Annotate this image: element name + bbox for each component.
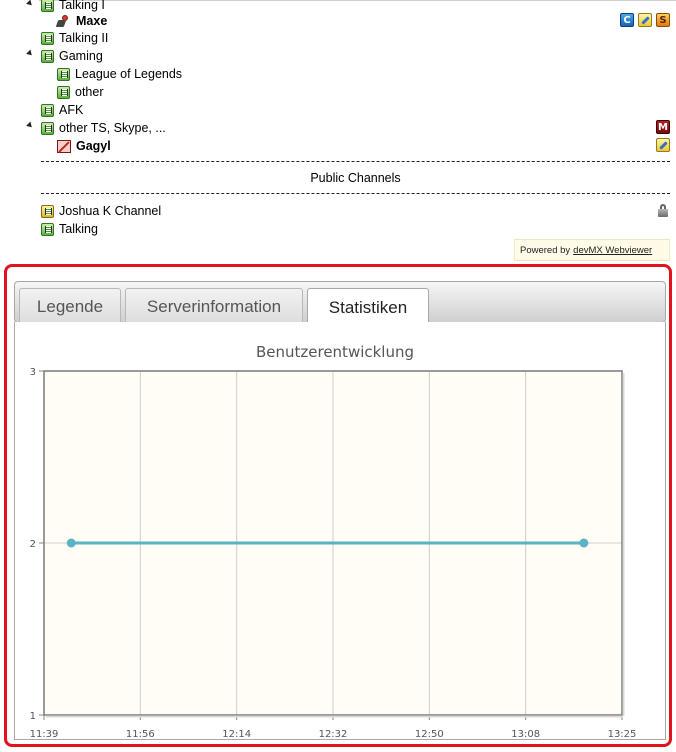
- s-badge-icon: S: [656, 13, 670, 27]
- channel-icon: [41, 49, 54, 63]
- pencil-badge-icon: [656, 138, 670, 152]
- expand-arrow-icon[interactable]: [26, 0, 34, 8]
- channel-icon: [41, 103, 54, 117]
- lock-icon: [657, 204, 671, 218]
- client-gagyl[interactable]: Gagyl: [57, 137, 111, 155]
- channel-talking[interactable]: Talking: [41, 220, 98, 238]
- x-tick-label: 11:56: [126, 729, 155, 740]
- y-tick-label: 2: [30, 539, 36, 550]
- channel-label: Talking II: [59, 31, 109, 45]
- tab-content: 11:39 11:56 12:14 12:32 12:50 13:08 13:25 1 2 3 Be…: [14, 322, 666, 740]
- channel-talking-ii[interactable]: Talking II: [41, 29, 108, 47]
- m-badge-icon: M: [656, 120, 670, 134]
- y-tick-label: 3: [30, 367, 36, 378]
- speaking-user-icon: [55, 14, 71, 28]
- channel-label: Gaming: [59, 49, 103, 63]
- channel-icon: [57, 67, 70, 81]
- channel-label: other: [75, 85, 104, 99]
- channel-label: Joshua K Channel: [59, 204, 162, 218]
- powered-by-text: Powered by: [520, 244, 571, 256]
- spacer-divider: [41, 193, 670, 194]
- channel-tree: Talking I Maxe C S Talking II Gaming Lea…: [0, 0, 676, 262]
- powered-by-box: Powered by devMX Webviewer: [514, 239, 670, 261]
- channel-label: Talking I: [59, 0, 105, 12]
- c-badge-icon: C: [620, 13, 634, 27]
- x-tick-label: 13:25: [608, 729, 637, 740]
- channel-other[interactable]: other: [57, 83, 104, 101]
- channel-label: other TS, Skype, ...: [59, 121, 166, 135]
- pencil-badge-icon: [638, 13, 652, 27]
- client-label: Maxe: [76, 14, 108, 28]
- statistics-panel: Legende Serverinformation Statistiken 11…: [4, 264, 672, 747]
- data-point: [579, 538, 589, 548]
- channel-league-of-legends[interactable]: League of Legends: [57, 65, 182, 83]
- x-tick-label: 13:08: [511, 729, 540, 740]
- client-maxe[interactable]: Maxe: [55, 12, 108, 30]
- channel-joshua-k[interactable]: Joshua K Channel: [41, 202, 161, 220]
- muted-user-icon: [57, 139, 71, 153]
- channel-gaming[interactable]: Gaming: [41, 47, 103, 65]
- channel-icon: [41, 222, 54, 236]
- channel-icon: [41, 31, 54, 45]
- channel-icon: [41, 121, 54, 135]
- x-tick-label: 12:50: [415, 729, 444, 740]
- password-channel-icon: [41, 204, 54, 218]
- expand-arrow-icon[interactable]: [26, 49, 34, 58]
- channel-icon: [57, 85, 70, 99]
- channel-label: Talking: [59, 222, 98, 236]
- channel-other-ts[interactable]: other TS, Skype, ...: [41, 119, 166, 137]
- channel-icon: [41, 0, 54, 12]
- user-chart: 11:39 11:56 12:14 12:32 12:50 13:08 13:25 1 2 3 Be…: [30, 343, 637, 740]
- channel-afk[interactable]: AFK: [41, 101, 83, 119]
- x-tick-label: 12:32: [319, 729, 348, 740]
- channel-label: AFK: [59, 103, 84, 117]
- x-tick-label: 11:39: [30, 729, 59, 740]
- top-border: [39, 0, 676, 1]
- client-label: Gagyl: [76, 139, 111, 153]
- spacer-public-channels[interactable]: Public Channels: [41, 171, 670, 185]
- spacer-divider: [41, 161, 670, 162]
- x-tick-label: 12:14: [222, 729, 251, 740]
- data-point: [66, 538, 76, 548]
- y-tick-label: 1: [30, 711, 36, 722]
- devmx-link[interactable]: devMX Webviewer: [573, 245, 652, 256]
- channel-label: League of Legends: [75, 67, 183, 81]
- expand-arrow-icon[interactable]: [26, 121, 34, 130]
- chart-title: Benutzerentwicklung: [256, 343, 414, 361]
